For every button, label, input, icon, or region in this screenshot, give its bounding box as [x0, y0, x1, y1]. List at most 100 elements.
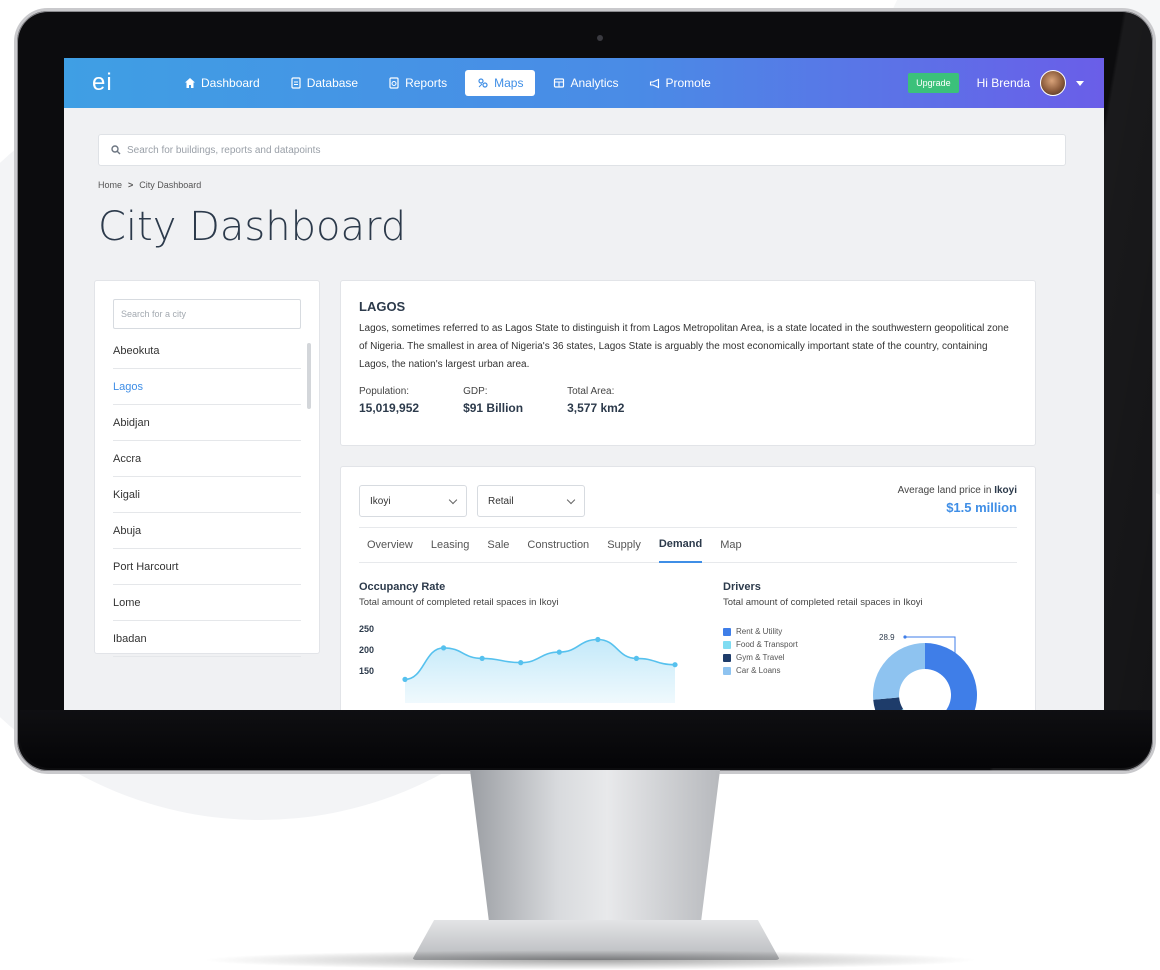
tab-construction[interactable]: Construction — [527, 527, 589, 563]
stat-population-value: 15,019,952 — [359, 401, 420, 415]
city-item-accra[interactable]: Accra — [113, 441, 301, 477]
legend-item[interactable]: Car & Loans — [723, 664, 798, 677]
breadcrumb-home[interactable]: Home — [98, 180, 122, 190]
land-price-label-text: Average land price in — [897, 485, 992, 496]
occupancy-point[interactable] — [479, 655, 485, 661]
city-info-description: Lagos, sometimes referred to as Lagos St… — [359, 323, 1009, 370]
y-tick-label: 250 — [359, 624, 374, 634]
land-price-value: $1.5 million — [946, 500, 1017, 515]
nav-reports[interactable]: Reports — [376, 70, 459, 96]
tab-sale[interactable]: Sale — [487, 527, 509, 563]
tab-leasing[interactable]: Leasing — [431, 527, 470, 563]
avatar[interactable] — [1040, 70, 1066, 96]
stat-area-label: Total Area: — [567, 386, 615, 397]
nav-maps[interactable]: Maps — [465, 70, 536, 96]
stat-gdp-value: $91 Billion — [463, 401, 524, 415]
area-select[interactable]: Ikoyi — [359, 485, 467, 517]
legend-label: Food & Transport — [736, 640, 798, 649]
nav-analytics[interactable]: Analytics — [541, 70, 630, 96]
city-item-abeokuta[interactable]: Abeokuta — [113, 333, 301, 369]
legend-item[interactable]: Gym & Travel — [723, 651, 798, 664]
topbar-right: Upgrade Hi Brenda — [908, 70, 1084, 96]
nav-database[interactable]: Database — [278, 70, 370, 96]
home-icon — [185, 78, 195, 88]
city-list-scrollbar[interactable] — [307, 343, 311, 409]
occupancy-subtitle: Total amount of completed retail spaces … — [359, 597, 559, 608]
upgrade-button[interactable]: Upgrade — [908, 73, 959, 93]
monitor-stand-neck — [470, 770, 720, 930]
category-select-value: Retail — [488, 495, 514, 507]
occupancy-point[interactable] — [402, 676, 408, 682]
city-item-port-harcourt[interactable]: Port Harcourt — [113, 549, 301, 585]
breadcrumb-current: City Dashboard — [139, 180, 202, 190]
drivers-chart: Drivers Total amount of completed retail… — [723, 581, 1023, 710]
stage: ei Dashboard Database Reports Maps Analy… — [0, 0, 1160, 970]
occupancy-point[interactable] — [595, 636, 601, 643]
city-stats: Population: 15,019,952 GDP: $91 Billion … — [359, 386, 1017, 415]
occupancy-point[interactable] — [518, 660, 524, 666]
charts-area: Occupancy Rate Total amount of completed… — [359, 581, 1017, 710]
drivers-legend: Rent & Utility Food & Transport Gym & Trav… — [723, 625, 798, 677]
nav-dashboard[interactable]: Dashboard — [172, 70, 272, 96]
city-search-input[interactable]: Search for a city — [113, 299, 301, 329]
nav-dashboard-label: Dashboard — [201, 76, 260, 90]
nav-promote[interactable]: Promote — [637, 70, 723, 96]
donut-slice[interactable] — [873, 643, 925, 700]
occupancy-point[interactable] — [633, 655, 640, 661]
breadcrumb: Home > City Dashboard — [98, 180, 1066, 190]
stat-area: Total Area: 3,577 km2 — [567, 386, 624, 415]
city-item-kigali[interactable]: Kigali — [113, 477, 301, 513]
legend-item[interactable]: Rent & Utility — [723, 625, 798, 638]
city-item-lome[interactable]: Lome — [113, 585, 301, 621]
city-item-abuja[interactable]: Abuja — [113, 513, 301, 549]
tab-overview[interactable]: Overview — [367, 527, 413, 563]
stat-population: Population: 15,019,952 — [359, 386, 419, 415]
main-nav: Dashboard Database Reports Maps Analytic… — [172, 70, 723, 96]
drivers-title: Drivers — [723, 581, 761, 593]
data-tabs: Overview Leasing Sale Construction Suppl… — [359, 527, 1017, 563]
y-tick-label: 150 — [359, 666, 374, 676]
chevron-down-icon[interactable] — [1076, 80, 1084, 86]
panels: Search for a city Abeokuta Lagos Abidjan… — [94, 280, 1066, 710]
legend-label: Rent & Utility — [736, 627, 783, 636]
donut-callout-dot — [903, 635, 907, 639]
stat-area-value: 3,577 km2 — [567, 401, 625, 415]
tab-demand[interactable]: Demand — [658, 527, 703, 563]
search-placeholder: Search for buildings, reports and datapo… — [127, 144, 321, 156]
stat-gdp: GDP: $91 Billion — [463, 386, 523, 415]
screen: ei Dashboard Database Reports Maps Analy… — [64, 58, 1104, 710]
legend-swatch — [723, 640, 731, 649]
occupancy-point[interactable] — [440, 645, 447, 651]
chevron-down-icon — [448, 495, 458, 504]
donut-callout-label: 28.9 — [879, 633, 895, 642]
occupancy-line-chart: 250 200 150 — [359, 624, 678, 703]
category-select[interactable]: Retail — [477, 485, 585, 517]
tab-supply[interactable]: Supply — [607, 527, 641, 563]
nav-analytics-label: Analytics — [570, 76, 619, 90]
legend-label: Gym & Travel — [736, 653, 785, 662]
nav-reports-label: Reports — [405, 76, 448, 90]
area-select-value: Ikoyi — [370, 495, 391, 507]
monitor-shadow — [200, 950, 980, 970]
chevron-down-icon — [566, 495, 576, 504]
legend-swatch — [723, 653, 731, 662]
search-icon — [111, 145, 121, 155]
city-item-abidjan[interactable]: Abidjan — [113, 405, 301, 441]
analytics-icon — [554, 78, 565, 88]
occupancy-point[interactable] — [672, 662, 678, 668]
occupancy-point[interactable] — [556, 649, 562, 655]
land-price-label: Average land price in Ikoyi — [898, 485, 1017, 496]
legend-item[interactable]: Food & Transport — [723, 638, 798, 651]
logo[interactable]: ei — [92, 69, 152, 97]
market-data-card: Ikoyi Retail Average land price in Ikoyi — [340, 466, 1036, 710]
stat-population-label: Population: — [359, 386, 410, 397]
city-item-ibadan[interactable]: Ibadan — [113, 621, 301, 657]
top-navbar: ei Dashboard Database Reports Maps Analy… — [64, 58, 1104, 108]
land-price-area: Ikoyi — [994, 485, 1017, 496]
legend-swatch — [723, 627, 731, 636]
user-greeting[interactable]: Hi Brenda — [977, 76, 1030, 90]
city-item-lagos[interactable]: Lagos — [113, 369, 301, 405]
tab-map[interactable]: Map — [720, 527, 741, 563]
global-search-input[interactable]: Search for buildings, reports and datapo… — [98, 134, 1066, 166]
drivers-subtitle: Total amount of completed retail spaces … — [723, 597, 923, 608]
